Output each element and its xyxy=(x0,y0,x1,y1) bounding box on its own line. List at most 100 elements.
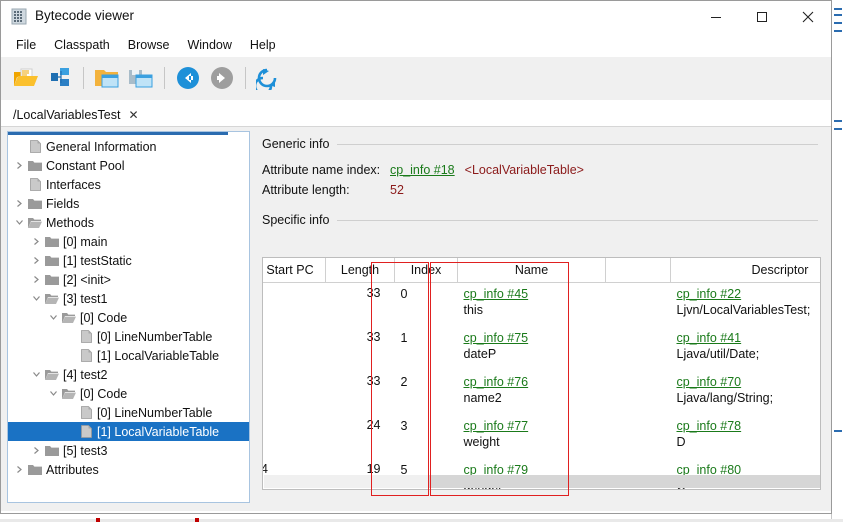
chevron-right-icon[interactable] xyxy=(29,251,43,270)
menu-classpath[interactable]: Classpath xyxy=(45,35,119,55)
cell-name-text: weight xyxy=(463,435,500,449)
structure-tree-panel[interactable]: General Information Constant Pool Interfac… xyxy=(7,131,250,503)
table-row[interactable]: 33 1 cp_info #75 dateP cp_info #41 Ljava/util… xyxy=(263,327,821,371)
chevron-right-icon[interactable] xyxy=(12,194,26,213)
pane-splitter[interactable] xyxy=(251,131,256,503)
tree-item-label: [0] main xyxy=(63,234,108,249)
column-header-length[interactable]: Length xyxy=(325,258,395,283)
cell-name: cp_info #45 this xyxy=(458,283,606,328)
tree-item-0-linenumbertable[interactable]: [0] LineNumberTable xyxy=(8,403,249,422)
chevron-right-icon[interactable] xyxy=(29,441,43,460)
tree-item-general-information[interactable]: General Information xyxy=(8,137,249,156)
cell-name-link[interactable]: cp_info #75 xyxy=(464,330,605,346)
tree-item-0-code[interactable]: [0] Code xyxy=(8,308,249,327)
cell-descriptor-text: Ljava/lang/String; xyxy=(676,391,774,405)
tree-item-label: [1] LocalVariableTable xyxy=(97,348,220,363)
chevron-down-icon[interactable] xyxy=(46,384,60,403)
cell-descriptor-link[interactable]: cp_info #78 xyxy=(677,418,821,434)
folder-open-icon xyxy=(60,308,78,327)
chevron-right-icon[interactable] xyxy=(12,156,26,175)
section-divider xyxy=(337,143,818,145)
save-window-icon[interactable] xyxy=(124,61,158,95)
window-title: Bytecode viewer xyxy=(35,8,135,23)
table-row[interactable]: 33 2 cp_info #76 name2 cp_info #70 Ljava/lang… xyxy=(263,371,821,415)
cell-name-link[interactable]: cp_info #76 xyxy=(464,374,605,390)
cell-descriptor: cp_info #22 Ljvn/LocalVariablesTest; xyxy=(671,283,821,328)
column-header-name[interactable]: Name xyxy=(457,258,606,283)
chevron-down-icon[interactable] xyxy=(29,365,43,384)
menu-window[interactable]: Window xyxy=(178,35,240,55)
attribute-icon xyxy=(77,422,95,441)
scrollbar-thumb[interactable] xyxy=(429,475,820,488)
tree-item-methods[interactable]: Methods xyxy=(8,213,249,232)
menu-browse[interactable]: Browse xyxy=(119,35,179,55)
tree-item-label: [0] LineNumberTable xyxy=(97,329,213,344)
reload-icon[interactable] xyxy=(252,61,286,95)
tree-item-label: [0] Code xyxy=(80,386,128,401)
attribute-name-index-link[interactable]: cp_info #18 xyxy=(390,163,455,177)
folder-icon xyxy=(26,194,44,213)
cell-length: 33 xyxy=(366,330,381,344)
cell-name-link[interactable]: cp_info #45 xyxy=(464,286,605,302)
tree-item-5-test3[interactable]: [5] test3 xyxy=(8,441,249,460)
chevron-down-icon[interactable] xyxy=(12,213,26,232)
tab-close-icon[interactable]: ✕ xyxy=(128,108,138,122)
tree-item-1-localvariabletable[interactable]: [1] LocalVariableTable xyxy=(8,422,249,441)
tree-item-4-test2[interactable]: [4] test2 xyxy=(8,365,249,384)
table-row[interactable]: 33 0 cp_info #45 this cp_info #22 Ljvn/LocalV… xyxy=(263,283,821,328)
tree-item-0-linenumbertable[interactable]: [0] LineNumberTable xyxy=(8,327,249,346)
close-button[interactable] xyxy=(785,1,831,33)
chevron-right-icon[interactable] xyxy=(29,270,43,289)
table-horizontal-scrollbar[interactable] xyxy=(264,475,820,488)
column-header-descriptor[interactable]: Descriptor xyxy=(670,258,820,283)
chevron-right-icon[interactable] xyxy=(12,460,26,479)
cell-spacer xyxy=(606,371,671,415)
open-class-file-icon[interactable] xyxy=(9,61,43,95)
toolbar-separator xyxy=(245,67,246,89)
tree-item-1-teststatic[interactable]: [1] testStatic xyxy=(8,251,249,270)
cell-descriptor: cp_info #78 D xyxy=(671,415,821,459)
table-row[interactable]: 24 3 cp_info #77 weight cp_info #78 D xyxy=(263,415,821,459)
cell-descriptor: cp_info #70 Ljava/lang/String; xyxy=(671,371,821,415)
maximize-button[interactable] xyxy=(739,1,785,33)
local-variable-table-container[interactable]: Start PC Length Index Name Descriptor 33… xyxy=(262,257,821,490)
local-variable-table[interactable]: Start PC Length Index Name Descriptor 33… xyxy=(263,258,821,489)
tree-item-label: Methods xyxy=(46,215,94,230)
folder-open-icon xyxy=(60,384,78,403)
chevron-down-icon[interactable] xyxy=(29,289,43,308)
menu-file[interactable]: File xyxy=(7,35,45,55)
tree-item-3-test1[interactable]: [3] test1 xyxy=(8,289,249,308)
cell-name-link[interactable]: cp_info #77 xyxy=(464,418,605,434)
tree-item-label: [2] <init> xyxy=(63,272,111,287)
tree-item-fields[interactable]: Fields xyxy=(8,194,249,213)
cell-descriptor-link[interactable]: cp_info #70 xyxy=(677,374,821,390)
attribute-icon xyxy=(26,175,44,194)
column-header-start-pc[interactable]: Start PC xyxy=(263,258,326,283)
structure-tree[interactable]: General Information Constant Pool Interfac… xyxy=(8,135,249,479)
section-divider xyxy=(337,219,818,221)
tree-item-0-code[interactable]: [0] Code xyxy=(8,384,249,403)
column-header-spacer[interactable] xyxy=(605,258,671,283)
folder-open-icon xyxy=(43,365,61,384)
tree-item-constant-pool[interactable]: Constant Pool xyxy=(8,156,249,175)
chevron-right-icon[interactable] xyxy=(29,232,43,251)
tab-localvariablestest[interactable]: /LocalVariablesTest ✕ xyxy=(9,105,146,126)
browse-classpath-icon[interactable] xyxy=(43,61,77,95)
back-arrow-icon[interactable] xyxy=(171,61,205,95)
tree-item-0-main[interactable]: [0] main xyxy=(8,232,249,251)
folder-icon xyxy=(43,441,61,460)
minimize-button[interactable] xyxy=(693,1,739,33)
tree-item-label: General Information xyxy=(46,139,157,154)
folder-icon xyxy=(26,460,44,479)
menu-help[interactable]: Help xyxy=(241,35,285,55)
open-window-icon[interactable] xyxy=(90,61,124,95)
tree-item-1-localvariabletable[interactable]: [1] LocalVariableTable xyxy=(8,346,249,365)
tree-item-interfaces[interactable]: Interfaces xyxy=(8,175,249,194)
tree-item-2-init[interactable]: [2] <init> xyxy=(8,270,249,289)
column-header-index[interactable]: Index xyxy=(394,258,458,283)
cell-descriptor-link[interactable]: cp_info #41 xyxy=(677,330,821,346)
cell-descriptor-link[interactable]: cp_info #22 xyxy=(677,286,821,302)
tree-item-attributes[interactable]: Attributes xyxy=(8,460,249,479)
chevron-down-icon[interactable] xyxy=(46,308,60,327)
